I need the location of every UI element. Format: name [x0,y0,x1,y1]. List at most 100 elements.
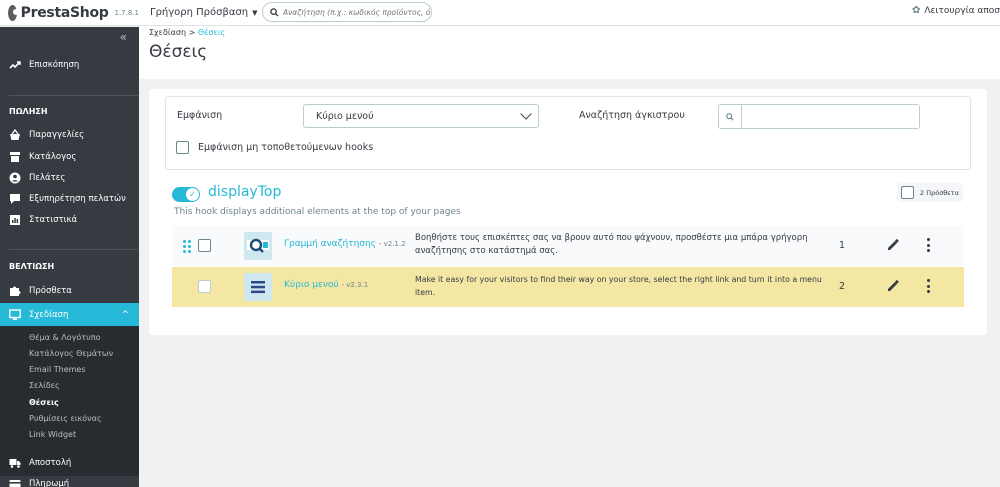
credit-card-icon [9,480,21,487]
module-version: - v2.3.1 [341,281,369,289]
more-actions-icon[interactable] [926,279,930,293]
sidebar-item-design[interactable]: Σχεδίαση ^ [0,303,139,326]
module-select[interactable]: Κύριο μενού [303,104,539,128]
sidebar-item-modules[interactable]: Πρόσθετα [0,285,139,297]
page-header: Σχεδίαση > Θέσεις Θέσεις [139,26,1000,79]
divider [9,95,138,96]
module-name-label: Κύριο μενού [284,280,339,290]
version-label: 1.7.8.1 [114,8,140,17]
sidebar-item-dashboard[interactable]: Επισκόπηση [0,59,139,71]
breadcrumb: Σχεδίαση > Θέσεις [149,28,225,37]
maintenance-gear-icon: ✿ [911,5,921,16]
edit-pencil-icon[interactable] [886,279,900,293]
submenu-item-theme-logo[interactable]: Θέμα & Λογότυπο [29,333,100,342]
sidebar-item-label: Πελάτες [29,173,66,183]
module-name-label: Γραμμή αναζήτησης [284,239,376,249]
sidebar-item-label: Στατιστικά [29,215,78,225]
module-description: Βοηθήστε τους επισκέπτες σας να βρουν αυ… [415,233,808,256]
top-header: PrestaShop 1.7.8.1 Γρήγορη Πρόσβαση ▼ ✿ … [0,0,1000,26]
header-search[interactable] [262,2,432,22]
submenu-item-image-settings[interactable]: Ρυθμίσεις εικόνας [29,414,102,423]
sidebar: « Επισκόπηση ΠΩΛΗΣΗ Παραγγελίες Κατάλογο… [0,27,139,487]
header-search-input[interactable] [282,7,431,17]
module-name[interactable]: Γραμμή αναζήτησης - v2.1.2 [284,239,406,249]
truck-icon [9,459,21,468]
sidebar-item-payment[interactable]: Πληρωμή [0,478,139,487]
logo[interactable]: PrestaShop 1.7.8.1 [0,4,140,21]
sidebar-item-customers[interactable]: Πελάτες [0,172,139,184]
sidebar-item-label: Κατάλογος [29,152,77,162]
hook-description: This hook displays additional elements a… [174,207,461,217]
maintenance-label: Λειτουργία αποσ [924,5,1000,16]
module-checkbox[interactable] [198,280,211,293]
submenu-item-theme-catalog[interactable]: Κατάλογος Θεμάτων [29,349,113,358]
hook-search-input[interactable] [742,105,919,128]
show-label: Εμφάνιση [177,110,223,121]
search-module-icon [244,232,272,260]
sidebar-item-shipping[interactable]: Αποστολή [0,457,139,469]
sidebar-item-label: Εξυπηρέτηση πελατών [29,194,126,204]
quick-access-label: Γρήγορη Πρόσβαση [150,7,249,18]
section-title-improve: ΒΕΛΤΙΩΣΗ [9,262,55,271]
drag-handle-icon[interactable] [183,240,191,253]
show-unhooked-checkbox[interactable] [176,141,189,154]
store-icon [10,152,20,162]
sidebar-item-orders[interactable]: Παραγγελίες [0,129,139,141]
module-row: Γραμμή αναζήτησης - v2.1.2 Βοηθήστε τους… [172,226,964,266]
sidebar-item-catalog[interactable]: Κατάλογος [0,151,139,163]
module-position: 1 [839,240,846,251]
section-title-sell: ΠΩΛΗΣΗ [9,107,48,116]
module-version: - v2.1.2 [378,240,406,248]
search-icon [270,7,279,17]
breadcrumb-separator: > [188,28,196,37]
desktop-icon [9,308,21,320]
more-actions-icon[interactable] [926,238,930,252]
hook-status-toggle[interactable]: ✓ [172,187,200,202]
sidebar-item-label: Αποστολή [29,458,72,468]
prestashop-logo-icon [8,4,19,21]
submenu-item-email-themes[interactable]: Email Themes [29,365,86,374]
submenu-item-link-widget[interactable]: Link Widget [29,430,76,439]
divider [9,249,138,250]
positions-card: Εμφάνιση Κύριο μενού Αναζήτηση άγκιστρου… [149,89,987,335]
chevron-down-icon [520,108,532,120]
hook-search[interactable] [718,104,920,129]
page-title: Θέσεις [149,42,208,62]
collapse-sidebar-icon[interactable]: « [120,30,127,44]
breadcrumb-current: Θέσεις [197,28,226,37]
sidebar-item-label: Πρόσθετα [29,286,72,296]
sidebar-item-customer-service[interactable]: Εξυπηρέτηση πελατών [0,193,139,205]
caret-down-icon: ▼ [252,8,258,17]
module-row: Κύριο μενού - v2.3.1 Make it easy for yo… [172,267,964,307]
trending-up-icon [9,61,21,69]
check-icon: ✓ [186,188,199,201]
hook-name: displayTop [208,184,282,200]
quick-access-dropdown[interactable]: Γρήγορη Πρόσβαση ▼ [150,7,258,18]
select-all-checkbox[interactable] [901,186,914,199]
bar-chart-icon [10,215,20,225]
menu-module-icon [244,273,272,301]
module-position: 2 [839,281,846,292]
module-name[interactable]: Κύριο μενού - v2.3.1 [284,280,368,290]
sidebar-item-stats[interactable]: Στατιστικά [0,214,139,226]
maintenance-link[interactable]: ✿ Λειτουργία αποσ [912,5,1000,16]
submenu-item-positions[interactable]: Θέσεις [29,398,59,407]
user-circle-icon [9,172,21,184]
module-count-label: 2 Πρόσθετα [920,188,959,197]
edit-pencil-icon[interactable] [886,238,900,252]
show-unhooked-label: Εμφάνιση μη τοποθετούμενων hooks [198,142,374,153]
sidebar-item-label: Σχεδίαση [29,309,69,320]
sidebar-item-label: Επισκόπηση [29,60,80,70]
module-description: Make it easy for your visitors to find t… [415,275,822,297]
hook-select-all[interactable]: 2 Πρόσθετα [897,183,963,202]
submenu-item-pages[interactable]: Σελίδες [29,381,60,390]
search-hook-label: Αναζήτηση άγκιστρου [579,110,685,121]
search-icon [719,105,742,128]
sidebar-item-label: Πληρωμή [29,479,70,487]
sidebar-item-label: Παραγγελίες [29,130,85,140]
chat-icon [10,194,20,204]
chevron-up-icon: ^ [121,309,129,320]
module-checkbox[interactable] [198,239,211,252]
breadcrumb-parent[interactable]: Σχεδίαση [149,28,186,37]
logo-text: PrestaShop [20,4,109,21]
